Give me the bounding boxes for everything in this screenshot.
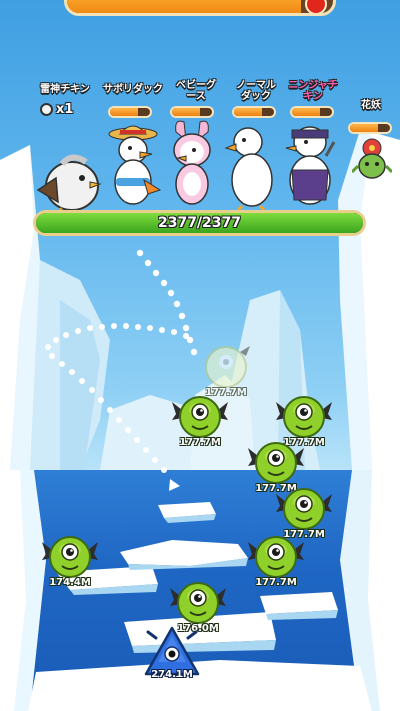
gauge-fill (172, 108, 200, 116)
top-progress-fill (67, 0, 302, 13)
enemy-hp-value: 177.7M (255, 577, 297, 588)
enemy-hp-value: 177.7M (179, 437, 221, 448)
boss-hp-text: 2377/2377 (157, 215, 242, 231)
party-name-3: ノーマルダック (236, 80, 276, 102)
thunder-chicken-character[interactable] (34, 138, 104, 218)
skill-gauge-5 (348, 122, 392, 134)
gauge-fill (292, 108, 320, 116)
skill-gauge-2 (170, 106, 214, 118)
boss-hp-bar: 2377/2377 (33, 210, 366, 236)
top-progress-bar (64, 0, 336, 16)
party-name-4: ニンジャチキン (288, 80, 338, 102)
ball-icon (40, 103, 53, 116)
ball-counter: x1 (40, 102, 73, 117)
enemy-bat-monster[interactable]: 177.7M (248, 530, 304, 590)
ninja-chicken-character[interactable] (282, 116, 338, 210)
party-name-5: 花妖 (361, 100, 381, 111)
gauge-fill (110, 108, 138, 116)
enemy-hp-value: 174.4M (49, 577, 91, 588)
shooter-power-value: 274.1M (151, 669, 193, 680)
ball-count: x1 (56, 102, 74, 117)
party-name-0: 雷神チキン (40, 84, 90, 95)
baby-goose-character[interactable] (164, 118, 220, 208)
skill-gauge-3 (232, 106, 276, 118)
saboriduck-character[interactable] (104, 120, 162, 208)
flower-spirit-character[interactable] (352, 136, 392, 182)
party-name-1: サボリダック (103, 84, 163, 95)
enemy-bat-monster[interactable]: 174.4M (42, 530, 98, 590)
gauge-fill (350, 124, 378, 132)
skill-gauge-1 (108, 106, 152, 118)
game-scene[interactable]: 雷神チキン サボリダック ベビーグース ノーマルダック ニンジャチキン 花妖 x… (0, 0, 400, 711)
gauge-fill (234, 108, 262, 116)
enemy-bat-monster[interactable]: 177.7M (172, 390, 228, 450)
player-shooter[interactable]: 274.1M (142, 622, 202, 682)
party-name-2: ベビーグース (176, 80, 216, 102)
normal-duck-character[interactable] (224, 118, 276, 210)
red-gem-icon (305, 0, 327, 13)
